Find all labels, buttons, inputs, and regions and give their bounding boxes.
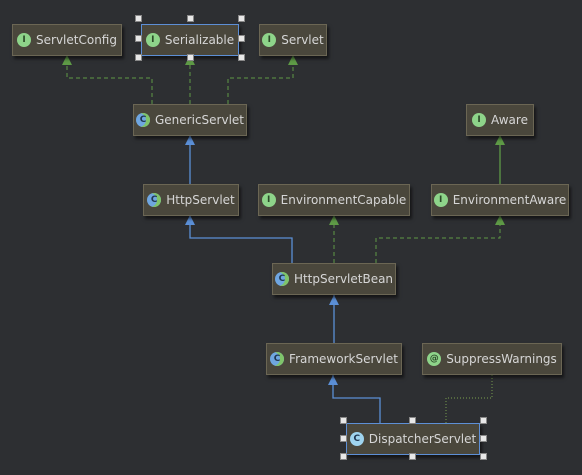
node-dispatcherservlet[interactable]: C DispatcherServlet: [346, 423, 480, 455]
node-label: SuppressWarnings: [446, 352, 557, 366]
selection-handle[interactable]: [187, 15, 194, 22]
node-environmentaware[interactable]: I EnvironmentAware: [431, 184, 569, 216]
edge-httpservletbean-httpservlet: [185, 215, 293, 263]
selection-handle[interactable]: [238, 35, 245, 42]
class-icon: C: [349, 432, 364, 446]
edge-genericservlet-servlet: [227, 55, 298, 104]
node-frameworkservlet[interactable]: C FrameworkServlet: [266, 343, 402, 375]
node-label: Aware: [491, 113, 528, 127]
node-label: EnvironmentAware: [452, 193, 567, 207]
node-label: GenericServlet: [155, 113, 244, 127]
node-servlet[interactable]: I Servlet: [259, 24, 327, 56]
edge-dispatcherservlet-suppresswarnings: [445, 374, 493, 423]
node-label: DispatcherServlet: [368, 432, 477, 446]
selection-handle[interactable]: [480, 435, 487, 442]
interface-icon: I: [261, 193, 276, 207]
abstract-class-icon: C: [147, 193, 162, 207]
edge-dispatcherservlet-frameworkservlet: [328, 375, 381, 423]
node-servletconfig[interactable]: I ServletConfig: [12, 24, 122, 56]
selection-handle[interactable]: [409, 453, 416, 460]
node-environmentcapable[interactable]: I EnvironmentCapable: [258, 184, 410, 216]
interface-icon: I: [433, 193, 448, 207]
node-aware[interactable]: I Aware: [466, 104, 534, 136]
selection-handle[interactable]: [340, 435, 347, 442]
selection-handle[interactable]: [238, 15, 245, 22]
node-genericservlet[interactable]: C GenericServlet: [133, 104, 247, 136]
selection-handle[interactable]: [135, 35, 142, 42]
selection-handle[interactable]: [135, 54, 142, 61]
abstract-class-icon: C: [136, 113, 150, 127]
diagram-canvas: I ServletConfig I Serializable I Servlet…: [0, 0, 582, 475]
node-label: Serializable: [164, 33, 235, 47]
node-httpservlet[interactable]: C HttpServlet: [143, 184, 239, 216]
interface-icon: I: [262, 33, 277, 47]
selection-handle[interactable]: [409, 417, 416, 424]
selection-handle[interactable]: [135, 15, 142, 22]
node-label: ServletConfig: [36, 33, 117, 47]
abstract-class-icon: C: [270, 352, 285, 366]
annotation-icon: @: [427, 352, 442, 366]
selection-handle[interactable]: [340, 417, 347, 424]
edge-genericservlet-servletconfig: [62, 55, 153, 104]
node-label: HttpServletBean: [293, 272, 394, 286]
node-label: FrameworkServlet: [289, 352, 398, 366]
edge-httpservletbean-environmentaware: [375, 215, 505, 263]
abstract-class-icon: C: [274, 272, 289, 286]
interface-icon: I: [145, 33, 160, 47]
node-httpservletbean[interactable]: C HttpServletBean: [272, 263, 396, 295]
node-serializable[interactable]: I Serializable: [141, 24, 239, 56]
interface-icon: I: [472, 113, 487, 127]
node-label: EnvironmentCapable: [280, 193, 407, 207]
relationship-edges: [62, 55, 505, 423]
node-label: HttpServlet: [166, 193, 235, 207]
interface-icon: I: [17, 33, 32, 47]
node-label: Servlet: [281, 33, 324, 47]
selection-handle[interactable]: [187, 54, 194, 61]
node-suppresswarnings[interactable]: @ SuppressWarnings: [422, 343, 562, 375]
selection-handle[interactable]: [480, 453, 487, 460]
selection-handle[interactable]: [480, 417, 487, 424]
selection-handle[interactable]: [340, 453, 347, 460]
selection-handle[interactable]: [238, 54, 245, 61]
